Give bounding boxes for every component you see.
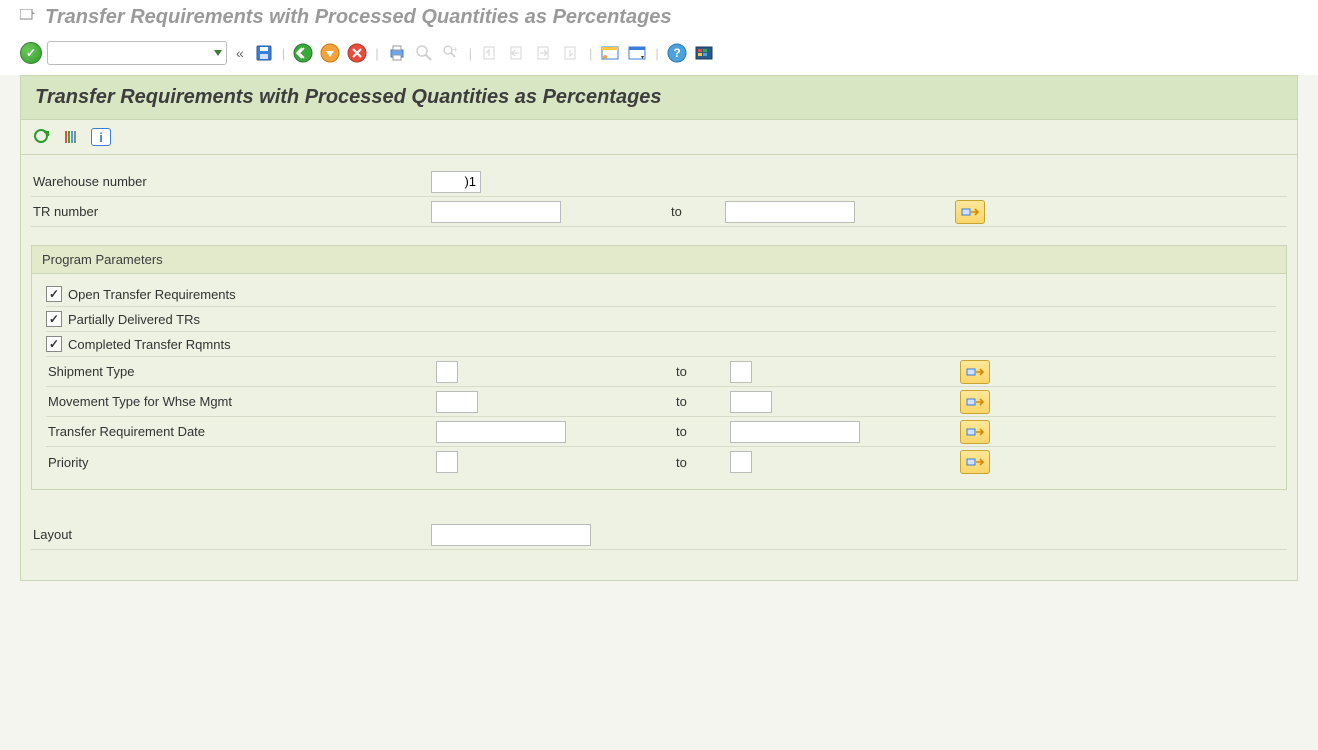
next-page-button (533, 42, 555, 64)
input-priority-from[interactable] (436, 451, 458, 473)
input-tr-number-from[interactable] (431, 201, 561, 223)
label-tr-date: Transfer Requirement Date (46, 424, 436, 439)
label-completed-tr: Completed Transfer Rqmnts (68, 337, 231, 352)
label-warehouse-number: Warehouse number (31, 174, 431, 189)
info-button[interactable]: i (91, 128, 111, 146)
checkbox-open-tr[interactable] (46, 286, 62, 302)
label-tr-number: TR number (31, 204, 431, 219)
input-tr-number-to[interactable] (725, 201, 855, 223)
svg-text:+: + (453, 45, 458, 54)
to-label: to (661, 204, 725, 219)
input-movement-type-from[interactable] (436, 391, 478, 413)
exit-button[interactable] (319, 42, 341, 64)
svg-text:?: ? (673, 46, 680, 60)
selection-screen: Warehouse number TR number to Program Pa… (20, 155, 1298, 581)
label-movement-type: Movement Type for Whse Mgmt (46, 394, 436, 409)
page-header: Transfer Requirements with Processed Qua… (20, 75, 1298, 120)
row-movement-type: Movement Type for Whse Mgmt to (46, 387, 1276, 417)
to-label: to (666, 394, 730, 409)
to-label: to (666, 364, 730, 379)
window-menu-icon[interactable] (20, 9, 35, 26)
input-tr-date-to[interactable] (730, 421, 860, 443)
multi-select-movement-type[interactable] (960, 390, 990, 414)
label-layout: Layout (31, 527, 431, 542)
multi-select-tr-date[interactable] (960, 420, 990, 444)
label-shipment-type: Shipment Type (46, 364, 436, 379)
window-title: Transfer Requirements with Processed Qua… (45, 6, 672, 29)
multi-select-shipment-type[interactable] (960, 360, 990, 384)
get-variant-button[interactable] (61, 126, 83, 148)
label-open-tr: Open Transfer Requirements (68, 287, 236, 302)
row-shipment-type: Shipment Type to (46, 357, 1276, 387)
input-shipment-type-to[interactable] (730, 361, 752, 383)
customize-button[interactable] (693, 42, 715, 64)
main-toolbar: ✓ « | | + | | | ? (0, 37, 1318, 75)
execute-button[interactable] (31, 126, 53, 148)
row-warehouse-number: Warehouse number (31, 167, 1287, 197)
input-warehouse-number[interactable] (431, 171, 481, 193)
back-button[interactable] (292, 42, 314, 64)
last-page-button (560, 42, 582, 64)
input-movement-type-to[interactable] (730, 391, 772, 413)
to-label: to (666, 455, 730, 470)
row-priority: Priority to (46, 447, 1276, 477)
new-session-button[interactable] (599, 42, 621, 64)
checkbox-completed-tr[interactable] (46, 336, 62, 352)
input-tr-date-from[interactable] (436, 421, 566, 443)
collapse-icon[interactable]: « (232, 45, 248, 61)
page-title: Transfer Requirements with Processed Qua… (35, 86, 662, 108)
checkbox-partial-tr[interactable] (46, 311, 62, 327)
print-button[interactable] (386, 42, 408, 64)
row-completed-tr: Completed Transfer Rqmnts (46, 332, 1276, 357)
row-open-tr: Open Transfer Requirements (46, 282, 1276, 307)
multi-select-tr-number[interactable] (955, 200, 985, 224)
save-button[interactable] (253, 42, 275, 64)
row-partial-tr: Partially Delivered TRs (46, 307, 1276, 332)
chevron-down-icon (214, 50, 222, 56)
group-program-parameters: Program Parameters Open Transfer Require… (31, 245, 1287, 490)
to-label: to (666, 424, 730, 439)
row-tr-date: Transfer Requirement Date to (46, 417, 1276, 447)
input-layout[interactable] (431, 524, 591, 546)
input-shipment-type-from[interactable] (436, 361, 458, 383)
layout-menu-button[interactable] (626, 42, 648, 64)
label-partial-tr: Partially Delivered TRs (68, 312, 200, 327)
accept-button[interactable]: ✓ (20, 42, 42, 64)
find-next-button: + (440, 42, 462, 64)
help-button[interactable]: ? (666, 42, 688, 64)
window-titlebar: Transfer Requirements with Processed Qua… (0, 0, 1318, 37)
row-tr-number: TR number to (31, 197, 1287, 227)
app-toolbar: i (20, 120, 1298, 155)
cancel-button[interactable] (346, 42, 368, 64)
command-field[interactable] (47, 41, 227, 65)
page: Transfer Requirements with Processed Qua… (20, 75, 1298, 581)
multi-select-priority[interactable] (960, 450, 990, 474)
find-button (413, 42, 435, 64)
label-priority: Priority (46, 455, 436, 470)
prev-page-button (506, 42, 528, 64)
input-priority-to[interactable] (730, 451, 752, 473)
first-page-button (479, 42, 501, 64)
group-title: Program Parameters (32, 246, 1286, 274)
row-layout: Layout (31, 520, 1287, 550)
